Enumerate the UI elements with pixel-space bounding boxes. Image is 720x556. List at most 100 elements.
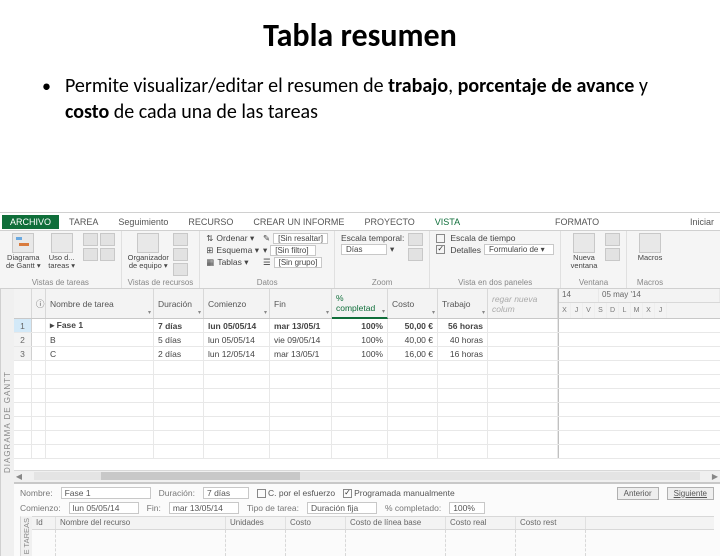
cell[interactable]: B	[46, 333, 154, 346]
col-add[interactable]: regar nueva colum	[488, 289, 558, 318]
dd-escala[interactable]: Días ▾	[341, 244, 404, 255]
col-info[interactable]: ⓘ	[32, 289, 46, 318]
chk-detalles[interactable]: Detalles Formulario de ▾	[436, 244, 554, 255]
cell[interactable]: 16 horas	[438, 347, 488, 360]
tab-vista[interactable]: VISTA	[425, 215, 470, 229]
cell[interactable]: 1	[14, 319, 32, 332]
cell[interactable]	[488, 347, 558, 360]
table-row-empty[interactable]	[14, 417, 720, 431]
btn-anterior[interactable]: Anterior	[617, 487, 659, 500]
cell[interactable]: mar 13/05/1	[270, 347, 332, 360]
btn-macros[interactable]: Macros	[633, 233, 667, 262]
zoom-icon[interactable]	[408, 233, 423, 246]
form-name-input[interactable]: Fase 1	[61, 487, 151, 499]
cell[interactable]: 40 horas	[438, 333, 488, 346]
small-icon[interactable]	[83, 248, 98, 261]
subcol[interactable]: Costo real	[446, 517, 516, 529]
cell[interactable]: mar 13/05/1	[270, 319, 332, 332]
col-work[interactable]: Trabajo▾	[438, 289, 488, 318]
subcol[interactable]: Id	[32, 517, 56, 529]
tab-informe[interactable]: CREAR UN INFORME	[243, 215, 354, 229]
cell[interactable]: C	[46, 347, 154, 360]
col-finish[interactable]: Fin▾	[270, 289, 332, 318]
chk-esfuerzo[interactable]: C. por el esfuerzo	[257, 488, 335, 498]
tab-recurso[interactable]: RECURSO	[178, 215, 243, 229]
subcol[interactable]: Costo rest	[516, 517, 586, 529]
ribbon-signin[interactable]: Iniciar	[684, 215, 720, 229]
table-row[interactable]: 1 ▸ Fase 17 díaslun 05/05/14mar 13/05/110…	[14, 319, 720, 333]
cell[interactable]: lun 12/05/14	[204, 347, 270, 360]
side-tab-tareas[interactable]: E TAREAS	[20, 516, 32, 556]
cell[interactable]	[488, 319, 558, 332]
cell[interactable]: 3	[14, 347, 32, 360]
cell[interactable]	[32, 319, 46, 332]
btn-siguiente[interactable]: Siguiente	[667, 487, 714, 500]
col-pct[interactable]: % completad▾	[332, 289, 388, 319]
btn-uso-tareas[interactable]: Uso d...tareas ▾	[45, 233, 79, 270]
subcol[interactable]: Costo	[286, 517, 346, 529]
small-icon[interactable]	[100, 233, 115, 246]
small-icon[interactable]	[173, 263, 188, 276]
btn-nueva-ventana[interactable]: Nuevaventana	[567, 233, 601, 270]
form-fin-input[interactable]: mar 13/05/14	[169, 502, 239, 514]
zoom-icon[interactable]	[408, 248, 423, 261]
cell[interactable]: lun 05/05/14	[204, 319, 270, 332]
subcol[interactable]: Unidades	[226, 517, 286, 529]
subcol[interactable]: Nombre del recurso	[56, 517, 226, 529]
cell[interactable]: 100%	[332, 347, 388, 360]
btn-ordenar[interactable]: ⇅ Ordenar ▾	[206, 233, 259, 244]
btn-esquema[interactable]: ⊞ Esquema ▾	[206, 245, 259, 256]
subcol[interactable]: Costo de línea base	[346, 517, 446, 529]
table-row[interactable]: 3 C2 díaslun 12/05/14mar 13/05/1100%16,00…	[14, 347, 720, 361]
table-row-empty[interactable]	[14, 431, 720, 445]
form-start-input[interactable]: lun 05/05/14	[69, 502, 139, 514]
table-row-empty[interactable]	[14, 389, 720, 403]
side-tab-gantt[interactable]: DIAGRAMA DE GANTT	[0, 289, 14, 556]
col-name[interactable]: Nombre de tarea▾	[46, 289, 154, 318]
form-type-input[interactable]: Duración fija	[307, 502, 377, 514]
small-icon[interactable]	[605, 233, 620, 246]
small-icon[interactable]	[83, 233, 98, 246]
cell[interactable]: 2	[14, 333, 32, 346]
tab-seguimiento[interactable]: Seguimiento	[108, 215, 178, 229]
cell[interactable]: 16,00 €	[388, 347, 438, 360]
tab-formato[interactable]: FORMATO	[545, 215, 609, 229]
cell[interactable]: vie 09/05/14	[270, 333, 332, 346]
tab-proyecto[interactable]: PROYECTO	[354, 215, 424, 229]
table-row-empty[interactable]	[14, 445, 720, 459]
small-icon[interactable]	[100, 248, 115, 261]
table-row-empty[interactable]	[14, 375, 720, 389]
tab-file[interactable]: ARCHIVO	[2, 215, 59, 229]
chk-manual[interactable]: Programada manualmente	[343, 488, 455, 498]
dd-grupo[interactable]: ☰[Sin grupo]	[263, 257, 328, 268]
cell[interactable]: 50,00 €	[388, 319, 438, 332]
cell[interactable]: 100%	[332, 333, 388, 346]
chk-timeline[interactable]: Escala de tiempo	[436, 233, 554, 243]
table-row-empty[interactable]	[14, 361, 720, 375]
cell[interactable]: 100%	[332, 319, 388, 332]
cell[interactable]: 56 horas	[438, 319, 488, 332]
col-start[interactable]: Comienzo▾	[204, 289, 270, 318]
dd-filtro[interactable]: ▾[Sin filtro]	[263, 245, 328, 256]
cell[interactable]: 2 días	[154, 347, 204, 360]
form-dur-input[interactable]: 7 días	[203, 487, 249, 499]
col-duration[interactable]: Duración▾	[154, 289, 204, 318]
table-row-empty[interactable]	[14, 403, 720, 417]
tab-tarea[interactable]: TAREA	[59, 215, 108, 229]
form-pct-input[interactable]: 100%	[449, 502, 485, 514]
cell[interactable]: 5 días	[154, 333, 204, 346]
col-cost[interactable]: Costo▾	[388, 289, 438, 318]
cell[interactable]	[32, 333, 46, 346]
cell[interactable]: 7 días	[154, 319, 204, 332]
cell[interactable]: lun 05/05/14	[204, 333, 270, 346]
btn-tablas[interactable]: ▦ Tablas ▾	[206, 257, 259, 268]
dd-resaltar[interactable]: ✎[Sin resaltar]	[263, 233, 328, 244]
cell[interactable]: ▸ Fase 1	[46, 319, 154, 332]
cell[interactable]	[32, 347, 46, 360]
cell[interactable]	[488, 333, 558, 346]
btn-gantt[interactable]: Diagramade Gantt ▾	[6, 233, 41, 270]
table-row[interactable]: 2B5 díaslun 05/05/14vie 09/05/14100%40,0…	[14, 333, 720, 347]
h-scrollbar[interactable]: ◀▶	[14, 470, 720, 482]
small-icon[interactable]	[605, 248, 620, 261]
btn-organizador[interactable]: Organizadorde equipo ▾	[128, 233, 169, 270]
